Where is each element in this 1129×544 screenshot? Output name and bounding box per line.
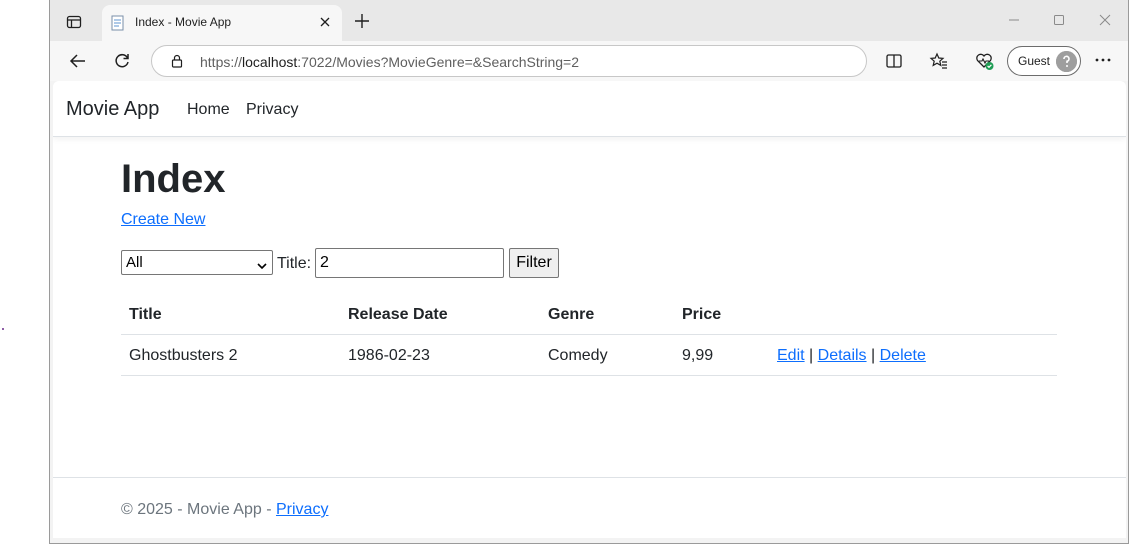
new-tab-icon[interactable] — [352, 11, 372, 31]
maximize-icon[interactable] — [1051, 12, 1067, 28]
movies-table: Title Release Date Genre Price Ghostbust… — [121, 294, 1057, 376]
page-title: Index — [121, 157, 226, 201]
table-header-row: Title Release Date Genre Price — [121, 294, 1057, 335]
lock-icon[interactable] — [170, 54, 184, 68]
action-separator: | — [809, 347, 814, 364]
profile-button[interactable]: Guest — [1007, 46, 1081, 76]
desktop: Index - Movie App https://localhost:7022… — [0, 0, 1129, 544]
delete-link[interactable]: Delete — [880, 347, 926, 364]
tab-strip: Index - Movie App — [50, 0, 1128, 41]
favorites-icon[interactable] — [929, 51, 949, 71]
chevron-down-icon — [256, 256, 268, 270]
nav-home-link[interactable]: Home — [187, 101, 230, 119]
refresh-icon[interactable] — [112, 51, 132, 71]
url-path: :7022/Movies?MovieGenre=&SearchString=2 — [297, 54, 580, 70]
nav-privacy-link[interactable]: Privacy — [246, 101, 298, 119]
profile-label: Guest — [1018, 54, 1051, 68]
column-header-price: Price — [682, 306, 722, 323]
footer-copyright: © 2025 - Movie App - — [121, 501, 276, 518]
site-footer: © 2025 - Movie App - Privacy — [53, 477, 1126, 538]
footer-privacy-link[interactable]: Privacy — [276, 501, 328, 518]
address-bar[interactable]: https://localhost:7022/Movies?MovieGenre… — [151, 45, 867, 77]
column-header-title: Title — [129, 306, 162, 323]
tab-title: Index - Movie App — [135, 15, 232, 29]
more-options-icon[interactable] — [1094, 50, 1112, 73]
row-actions: Edit | Details | Delete — [777, 347, 926, 365]
title-search-input[interactable]: 2 — [315, 248, 504, 278]
genre-select-value: All — [126, 254, 143, 271]
table-row: Ghostbusters 2 1986-02-23 Comedy 9,99 Ed… — [121, 335, 1057, 376]
tab-close-icon[interactable] — [317, 14, 333, 30]
url-scheme: https:// — [200, 54, 243, 70]
filter-button[interactable]: Filter — [509, 248, 559, 278]
column-header-genre: Genre — [548, 306, 595, 323]
back-arrow-icon[interactable] — [68, 51, 88, 71]
title-filter-label: Title: — [277, 255, 312, 272]
edit-link[interactable]: Edit — [777, 347, 805, 364]
page-favicon-icon — [110, 15, 126, 31]
price-cell: 9,99 — [682, 347, 714, 364]
browser-essentials-icon[interactable] — [974, 51, 994, 71]
create-new-link[interactable]: Create New — [121, 211, 205, 229]
site-navbar: Movie App Home Privacy — [53, 81, 1126, 137]
minimize-icon[interactable] — [1006, 12, 1022, 28]
tab-index-movie-app[interactable]: Index - Movie App — [102, 5, 342, 41]
desktop-marker — [2, 328, 4, 330]
column-header-release-date: Release Date — [348, 306, 448, 323]
details-link[interactable]: Details — [818, 347, 867, 364]
site-brand[interactable]: Movie App — [66, 98, 159, 121]
close-window-icon[interactable] — [1097, 12, 1113, 28]
footer-text: © 2025 - Movie App - Privacy — [121, 501, 328, 519]
url-text: https://localhost:7022/Movies?MovieGenre… — [200, 54, 579, 70]
url-host: localhost — [242, 54, 298, 70]
genre-select[interactable]: All — [121, 250, 273, 275]
action-separator: | — [871, 347, 876, 364]
browser-toolbar: https://localhost:7022/Movies?MovieGenre… — [50, 41, 1128, 81]
browser-window: Index - Movie App https://localhost:7022… — [49, 0, 1129, 544]
page-viewport: Movie App Home Privacy Index Create New … — [53, 81, 1126, 538]
split-screen-icon[interactable] — [884, 51, 904, 71]
guest-avatar-icon — [1056, 51, 1077, 72]
movie-title-cell: Ghostbusters 2 — [129, 347, 238, 364]
release-date-cell: 1986-02-23 — [348, 347, 430, 364]
genre-cell: Comedy — [548, 347, 608, 364]
sidebar-toggle-icon[interactable] — [62, 10, 86, 34]
